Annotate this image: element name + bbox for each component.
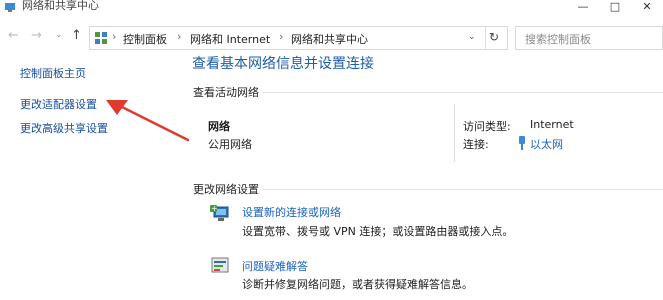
address-divider (485, 26, 486, 50)
network-type: 公用网络 (208, 138, 252, 151)
network-info-divider (454, 104, 455, 162)
chevron-down-icon[interactable]: ⌄ (55, 30, 63, 40)
annotation-arrow-icon (106, 100, 190, 142)
setup-new-connection-link[interactable]: 设置新的连接或网络 (242, 204, 341, 220)
active-networks-title: 查看活动网络 (193, 86, 259, 99)
breadcrumb-control-panel[interactable]: 控制面板 (123, 31, 167, 47)
ethernet-icon (517, 135, 527, 150)
search-input[interactable]: 搜索控制面板 (525, 31, 591, 47)
network-name: 网络 (208, 120, 230, 133)
troubleshoot-icon (210, 256, 232, 276)
change-settings-title: 更改网络设置 (193, 183, 259, 196)
breadcrumb-network-internet[interactable]: 网络和 Internet (190, 31, 270, 47)
search-box[interactable]: 搜索控制面板 (515, 26, 663, 50)
new-connection-icon: + (210, 203, 232, 225)
network-center-icon (4, 0, 16, 12)
navigation-bar: ← → ⌄ ↑ › 控制面板 › 网络和 Internet › 网络和共享中心 … (0, 17, 663, 55)
page-title: 查看基本网络信息并设置连接 (192, 56, 374, 72)
setup-new-connection-description: 设置宽带、拨号或 VPN 连接；或设置路由器或接入点。 (242, 225, 514, 238)
section-divider (263, 189, 663, 190)
access-type-value: Internet (530, 118, 574, 131)
up-arrow-icon[interactable]: ↑ (71, 28, 82, 43)
left-link-change-adapter-settings[interactable]: 更改适配器设置 (20, 96, 97, 112)
back-arrow-icon[interactable]: ← (8, 28, 19, 43)
troubleshoot-description: 诊断并修复网络问题，或者获得疑难解答信息。 (242, 278, 473, 291)
section-divider (263, 92, 663, 93)
breadcrumb-separator-icon: › (279, 30, 284, 43)
address-bar[interactable]: › 控制面板 › 网络和 Internet › 网络和共享中心 ⌄ ↻ (89, 26, 508, 50)
breadcrumb-separator-icon: › (177, 30, 182, 43)
connections-label: 连接: (463, 138, 489, 151)
troubleshoot-problems-link[interactable]: 问题疑难解答 (242, 258, 308, 274)
breadcrumb-separator-icon: › (112, 30, 117, 43)
close-button[interactable]: ✕ (630, 0, 663, 15)
breadcrumb-network-sharing-center[interactable]: 网络和共享中心 (291, 31, 368, 47)
title-bar: 网络和共享中心 — □ ✕ (0, 0, 663, 17)
left-link-control-panel-home[interactable]: 控制面板主页 (20, 65, 86, 81)
access-type-label: 访问类型: (463, 120, 511, 133)
refresh-icon[interactable]: ↻ (489, 30, 499, 44)
address-dropdown-icon[interactable]: ⌄ (468, 32, 476, 42)
ethernet-connection-link[interactable]: 以太网 (530, 136, 563, 152)
svg-text:+: + (211, 204, 218, 213)
left-link-change-advanced-sharing[interactable]: 更改高级共享设置 (20, 120, 108, 136)
minimize-button[interactable]: — (566, 0, 600, 15)
control-panel-icon (94, 30, 108, 44)
maximize-button[interactable]: □ (598, 0, 632, 15)
window-title: 网络和共享中心 (22, 0, 99, 12)
forward-arrow-icon[interactable]: → (31, 28, 42, 43)
